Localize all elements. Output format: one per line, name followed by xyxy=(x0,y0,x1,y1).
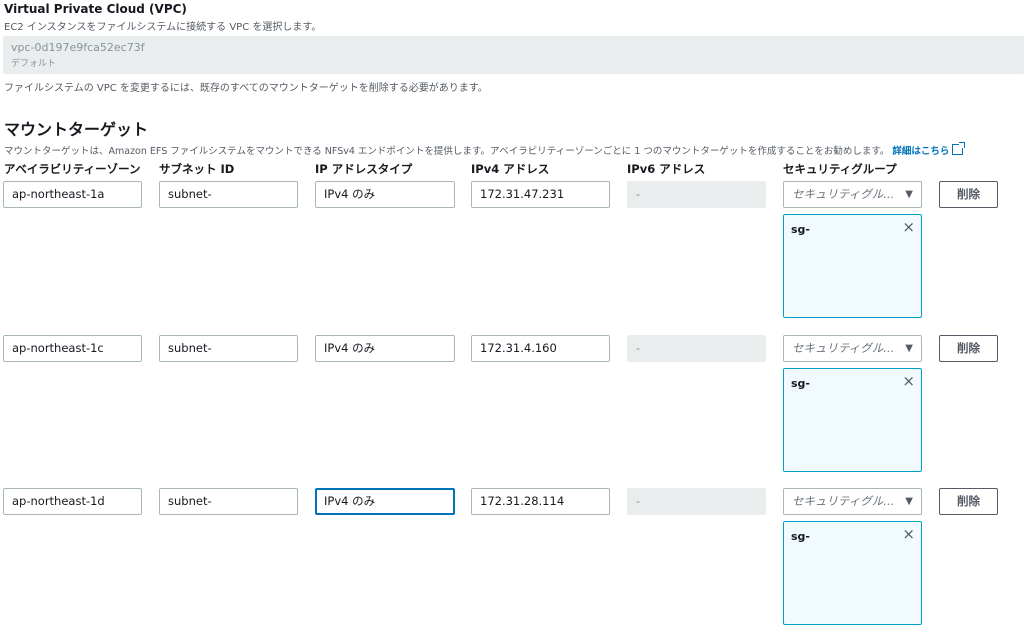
subnet-select[interactable]: subnet- xyxy=(159,488,298,515)
subnet-select[interactable]: subnet- xyxy=(159,181,298,208)
ip-type-select[interactable]: IPv4 のみ xyxy=(315,181,455,208)
vpc-select[interactable]: vpc-0d197e9fca52ec73f デフォルト xyxy=(3,36,1024,74)
vpc-default-label: デフォルト xyxy=(11,59,57,69)
vpc-description: EC2 インスタンスをファイルシステムに接続する VPC を選択します。 xyxy=(4,22,322,33)
external-link-icon xyxy=(952,142,966,155)
column-header-ipv4: IPv4 アドレス xyxy=(471,162,550,176)
security-group-placeholder: セキュリティグル... xyxy=(792,341,895,355)
security-group-token: sg- xyxy=(791,530,810,543)
security-group-token-list: sg- × xyxy=(783,521,922,625)
ip-type-select[interactable]: IPv4 のみ xyxy=(315,335,455,362)
az-select[interactable]: ap-northeast-1a xyxy=(3,181,142,208)
ipv4-address-input[interactable]: 172.31.4.160 xyxy=(471,335,610,362)
column-header-ip-type: IP アドレスタイプ xyxy=(315,162,413,176)
close-icon[interactable]: × xyxy=(902,524,915,544)
column-header-subnet: サブネット ID xyxy=(159,162,235,176)
ipv4-address-input[interactable]: 172.31.28.114 xyxy=(471,488,610,515)
mount-targets-description-text: マウントターゲットは、Amazon EFS ファイルシステムをマウントできる N… xyxy=(4,146,890,157)
subnet-select[interactable]: subnet- xyxy=(159,335,298,362)
delete-button[interactable]: 削除 xyxy=(939,335,998,362)
delete-button[interactable]: 削除 xyxy=(939,181,998,208)
vpc-title: Virtual Private Cloud (VPC) xyxy=(4,2,187,16)
security-group-token-list: sg- × xyxy=(783,214,922,318)
az-select[interactable]: ap-northeast-1c xyxy=(3,335,142,362)
ip-type-select[interactable]: IPv4 のみ xyxy=(315,488,455,515)
security-group-select[interactable]: セキュリティグル... ▼ xyxy=(783,488,922,515)
learn-more-link[interactable]: 詳細はこちら xyxy=(892,142,966,157)
mount-targets-heading: マウントターゲット xyxy=(4,120,149,139)
security-group-select[interactable]: セキュリティグル... ▼ xyxy=(783,181,922,208)
ipv6-address-input: - xyxy=(627,181,766,208)
ipv6-address-input: - xyxy=(627,335,766,362)
security-group-token: sg- xyxy=(791,377,810,390)
delete-button[interactable]: 削除 xyxy=(939,488,998,515)
security-group-select[interactable]: セキュリティグル... ▼ xyxy=(783,335,922,362)
close-icon[interactable]: × xyxy=(902,371,915,391)
close-icon[interactable]: × xyxy=(902,217,915,237)
column-header-az: アベイラビリティーゾーン xyxy=(4,162,141,176)
ipv6-address-input: - xyxy=(627,488,766,515)
az-select[interactable]: ap-northeast-1d xyxy=(3,488,142,515)
caret-down-icon: ▼ xyxy=(905,343,913,354)
security-group-token-list: sg- × xyxy=(783,368,922,472)
caret-down-icon: ▼ xyxy=(905,496,913,507)
mount-targets-description: マウントターゲットは、Amazon EFS ファイルシステムをマウントできる N… xyxy=(4,142,966,157)
column-header-ipv6: IPv6 アドレス xyxy=(627,162,706,176)
security-group-token: sg- xyxy=(791,223,810,236)
vpc-help-text: ファイルシステムの VPC を変更するには、既存のすべてのマウントターゲットを削… xyxy=(4,83,488,94)
vpc-id: vpc-0d197e9fca52ec73f xyxy=(11,41,145,54)
security-group-placeholder: セキュリティグル... xyxy=(792,187,895,201)
ipv4-address-input[interactable]: 172.31.47.231 xyxy=(471,181,610,208)
caret-down-icon: ▼ xyxy=(905,189,913,200)
security-group-placeholder: セキュリティグル... xyxy=(792,494,895,508)
column-header-security-group: セキュリティグループ xyxy=(783,162,897,176)
